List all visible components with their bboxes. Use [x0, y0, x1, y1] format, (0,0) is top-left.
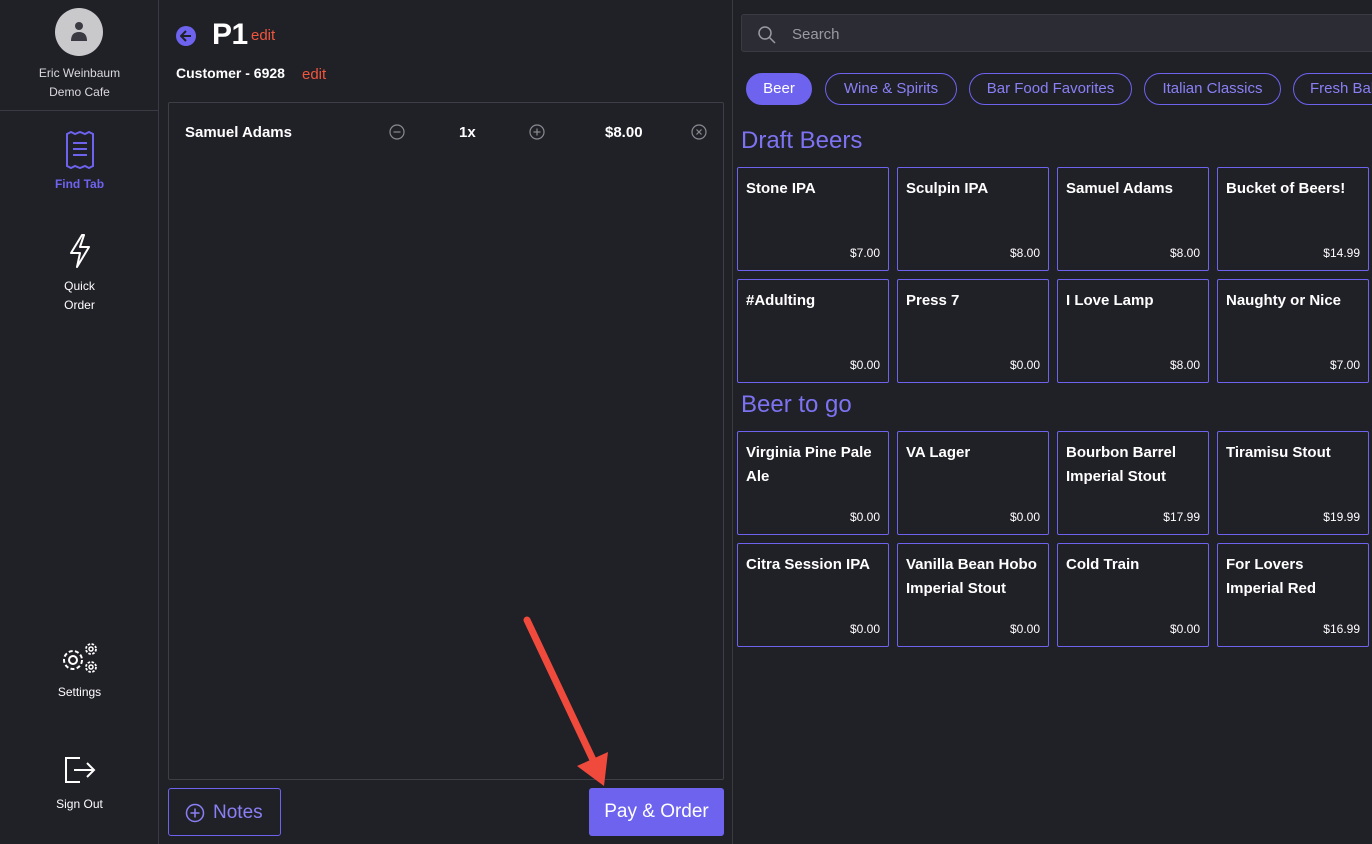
customer-name: Customer - 6928	[176, 65, 285, 81]
menu-item-card[interactable]: #Adulting $0.00	[737, 279, 889, 383]
menu-item-card[interactable]: Bucket of Beers! $14.99	[1217, 167, 1369, 271]
menu-item-card[interactable]: Sculpin IPA $8.00	[897, 167, 1049, 271]
location-name: Demo Cafe	[49, 85, 110, 99]
order-line-qty: 1x	[459, 124, 476, 141]
sign-out-icon	[64, 757, 95, 783]
gears-icon	[62, 643, 97, 673]
notes-button-label: Notes	[213, 802, 263, 823]
menu-item-name: Cold Train	[1066, 556, 1140, 573]
menu-item-price: $8.00	[1169, 358, 1200, 372]
minus-circle-icon[interactable]	[389, 124, 405, 140]
menu-item-price: $17.99	[1163, 510, 1200, 524]
menu-item-card[interactable]: Vanilla Bean Hobo Imperial Stout $0.00	[897, 543, 1049, 647]
menu-item-price: $0.00	[1009, 358, 1040, 372]
menu-item-name: Samuel Adams	[1066, 180, 1173, 197]
tab-title: P1	[212, 18, 248, 51]
menu-item-name: Citra Session IPA	[746, 556, 870, 573]
menu-item-name: Sculpin IPA	[906, 180, 989, 197]
menu-item-price: $0.00	[849, 622, 880, 636]
category-chip-bar-food[interactable]: Bar Food Favorites	[969, 73, 1132, 105]
menu-item-price: $0.00	[849, 510, 880, 524]
order-line: Samuel Adams 1x $8.00	[169, 119, 723, 147]
category-chip-wine-spirits[interactable]: Wine & Spirits	[825, 73, 957, 105]
menu-item-name: Stone IPA	[746, 180, 816, 197]
nav-quick-order-label-line2: Order	[64, 298, 95, 312]
edit-tab-link[interactable]: edit	[251, 27, 275, 44]
menu-item-price: $0.00	[849, 358, 880, 372]
menu-item-price: $0.00	[1169, 622, 1200, 636]
nav-sign-out[interactable]: Sign Out	[0, 755, 159, 814]
menu-item-price: $19.99	[1323, 510, 1360, 524]
menu-item-price: $7.00	[849, 246, 880, 260]
nav-settings-label: Settings	[57, 685, 102, 699]
menu-item-card[interactable]: Samuel Adams $8.00	[1057, 167, 1209, 271]
avatar[interactable]	[55, 8, 103, 56]
sidebar: Eric Weinbaum Demo Cafe Find Tab Quick O…	[0, 0, 159, 844]
menu-item-card[interactable]: Tiramisu Stout $19.99	[1217, 431, 1369, 535]
user-profile: Eric Weinbaum Demo Cafe	[0, 0, 159, 111]
menu-item-price: $14.99	[1323, 246, 1360, 260]
menu-item-name: VA Lager	[906, 444, 971, 461]
search-bar[interactable]	[741, 14, 1372, 52]
menu-item-card[interactable]: VA Lager $0.00	[897, 431, 1049, 535]
menu-item-card[interactable]: Virginia Pine Pale Ale $0.00	[737, 431, 889, 535]
category-chip-fresh-baked[interactable]: Fresh Baked	[1293, 73, 1372, 105]
menu-item-card[interactable]: I Love Lamp $8.00	[1057, 279, 1209, 383]
remove-circle-icon[interactable]	[691, 124, 707, 140]
menu-item-name: Bourbon Barrel Imperial Stout	[1066, 444, 1177, 485]
nav-settings[interactable]: Settings	[0, 641, 159, 702]
search-input[interactable]	[790, 23, 1290, 45]
order-line-name: Samuel Adams	[185, 124, 292, 141]
menu-item-name: #Adulting	[746, 292, 816, 309]
nav-quick-order[interactable]: Quick Order	[0, 233, 159, 315]
menu-item-price: $0.00	[1009, 622, 1040, 636]
section-title-beer-to-go: Beer to go	[741, 391, 852, 418]
menu-item-card[interactable]: Stone IPA $7.00	[737, 167, 889, 271]
menu-item-price: $16.99	[1323, 622, 1360, 636]
menu-item-card[interactable]: Citra Session IPA $0.00	[737, 543, 889, 647]
menu-item-price: $7.00	[1329, 358, 1360, 372]
menu-item-name: Tiramisu Stout	[1226, 444, 1331, 461]
menu-item-price: $8.00	[1009, 246, 1040, 260]
menu-item-name: Press 7	[906, 292, 960, 309]
menu-item-name: Naughty or Nice	[1226, 292, 1342, 309]
menu-item-name: I Love Lamp	[1066, 292, 1154, 309]
nav-find-tab-label: Find Tab	[54, 177, 105, 191]
menu-item-name: For Lovers Imperial Red	[1226, 556, 1317, 597]
arrow-left-icon	[180, 30, 191, 42]
lightning-icon	[69, 234, 90, 268]
plus-circle-icon	[185, 803, 205, 823]
menu-item-name: Virginia Pine Pale Ale	[746, 444, 872, 485]
user-icon	[71, 22, 87, 41]
plus-circle-icon[interactable]	[529, 124, 545, 140]
menu-item-card[interactable]: Bourbon Barrel Imperial Stout $17.99	[1057, 431, 1209, 535]
category-chip-beer[interactable]: Beer	[746, 73, 812, 105]
menu-item-price: $0.00	[1009, 510, 1040, 524]
nav-find-tab[interactable]: Find Tab	[0, 131, 159, 194]
user-name: Eric Weinbaum	[38, 66, 121, 80]
menu-item-card[interactable]: Naughty or Nice $7.00	[1217, 279, 1369, 383]
edit-customer-link[interactable]: edit	[302, 66, 326, 83]
pay-and-order-button[interactable]: Pay & Order	[589, 788, 724, 836]
menu-item-card[interactable]: Cold Train $0.00	[1057, 543, 1209, 647]
menu-item-card[interactable]: Press 7 $0.00	[897, 279, 1049, 383]
search-icon	[758, 26, 776, 44]
menu-item-card[interactable]: For Lovers Imperial Red $16.99	[1217, 543, 1369, 647]
nav-quick-order-label-line1: Quick	[64, 279, 95, 293]
back-button[interactable]	[176, 26, 196, 46]
nav-sign-out-label: Sign Out	[56, 797, 103, 811]
notes-button[interactable]: Notes	[168, 788, 281, 836]
menu-item-price: $8.00	[1169, 246, 1200, 260]
menu-item-name: Vanilla Bean Hobo Imperial Stout	[906, 556, 1037, 597]
order-list: Samuel Adams 1x $8.00	[168, 102, 724, 780]
category-chip-italian[interactable]: Italian Classics	[1144, 73, 1281, 105]
receipt-icon	[65, 131, 94, 169]
order-line-price: $8.00	[605, 124, 643, 141]
section-title-draft-beers: Draft Beers	[741, 127, 863, 154]
menu-item-name: Bucket of Beers!	[1226, 180, 1346, 197]
